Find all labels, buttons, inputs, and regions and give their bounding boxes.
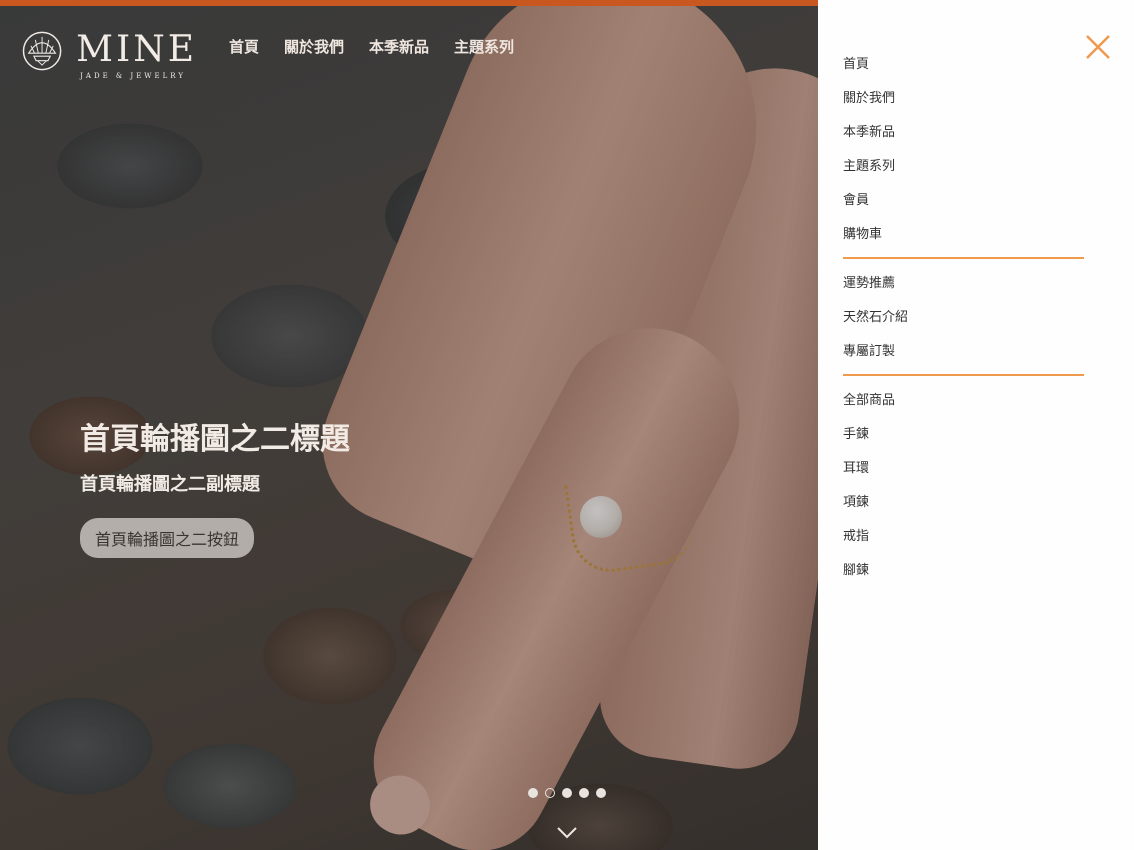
carousel-dot-3[interactable] (562, 788, 572, 798)
menu-item-member[interactable]: 會員 (843, 189, 1084, 223)
chevron-down-icon[interactable] (556, 826, 578, 840)
carousel-dot-2[interactable] (545, 788, 555, 798)
topnav-item-about[interactable]: 關於我們 (284, 36, 344, 57)
top-accent-bar (0, 0, 818, 6)
carousel-dot-4[interactable] (579, 788, 589, 798)
menu-item-necklaces[interactable]: 項鍊 (843, 491, 1084, 525)
menu-divider (843, 257, 1084, 259)
side-menu: 首頁 關於我們 本季新品 主題系列 會員 購物車 運勢推薦 天然石介紹 專屬訂製… (843, 53, 1084, 593)
slide-caption: 首頁輪播圖之二標題 首頁輪播圖之二副標題 首頁輪播圖之二按鈕 (80, 420, 350, 558)
menu-divider (843, 374, 1084, 376)
brand-name: MINE (76, 29, 197, 70)
menu-item-bracelets[interactable]: 手鍊 (843, 423, 1084, 457)
slide-cta-button[interactable]: 首頁輪播圖之二按鈕 (80, 518, 255, 558)
side-menu-panel: 首頁 關於我們 本季新品 主題系列 會員 購物車 運勢推薦 天然石介紹 專屬訂製… (818, 0, 1134, 850)
menu-item-about[interactable]: 關於我們 (843, 87, 1084, 121)
carousel-dots (528, 788, 606, 798)
carousel-dot-1[interactable] (528, 788, 538, 798)
menu-item-rings[interactable]: 戒指 (843, 525, 1084, 559)
topnav-item-new-season[interactable]: 本季新品 (369, 36, 429, 57)
topnav-item-collections[interactable]: 主題系列 (454, 36, 514, 57)
menu-item-cart[interactable]: 購物車 (843, 223, 1084, 257)
slide-title: 首頁輪播圖之二標題 (80, 422, 350, 457)
menu-item-custom[interactable]: 專屬訂製 (843, 340, 1084, 374)
brand-logo[interactable]: MINE JADE & JEWELRY (22, 24, 197, 86)
menu-item-all-products[interactable]: 全部商品 (843, 389, 1084, 423)
menu-item-new-season[interactable]: 本季新品 (843, 121, 1084, 155)
menu-item-home[interactable]: 首頁 (843, 53, 1084, 87)
menu-item-earrings[interactable]: 耳環 (843, 457, 1084, 491)
menu-item-anklets[interactable]: 腳鍊 (843, 559, 1084, 593)
close-icon[interactable] (1084, 33, 1112, 61)
topnav-item-home[interactable]: 首頁 (229, 36, 259, 57)
shell-logo-icon (22, 31, 62, 71)
menu-item-fortune[interactable]: 運勢推薦 (843, 272, 1084, 306)
top-nav: 首頁 關於我們 本季新品 主題系列 (229, 36, 514, 57)
menu-item-stones[interactable]: 天然石介紹 (843, 306, 1084, 340)
menu-item-collections[interactable]: 主題系列 (843, 155, 1084, 189)
brand-tagline: JADE & JEWELRY (80, 72, 186, 80)
carousel-dot-5[interactable] (596, 788, 606, 798)
slide-subtitle: 首頁輪播圖之二副標題 (80, 474, 260, 495)
